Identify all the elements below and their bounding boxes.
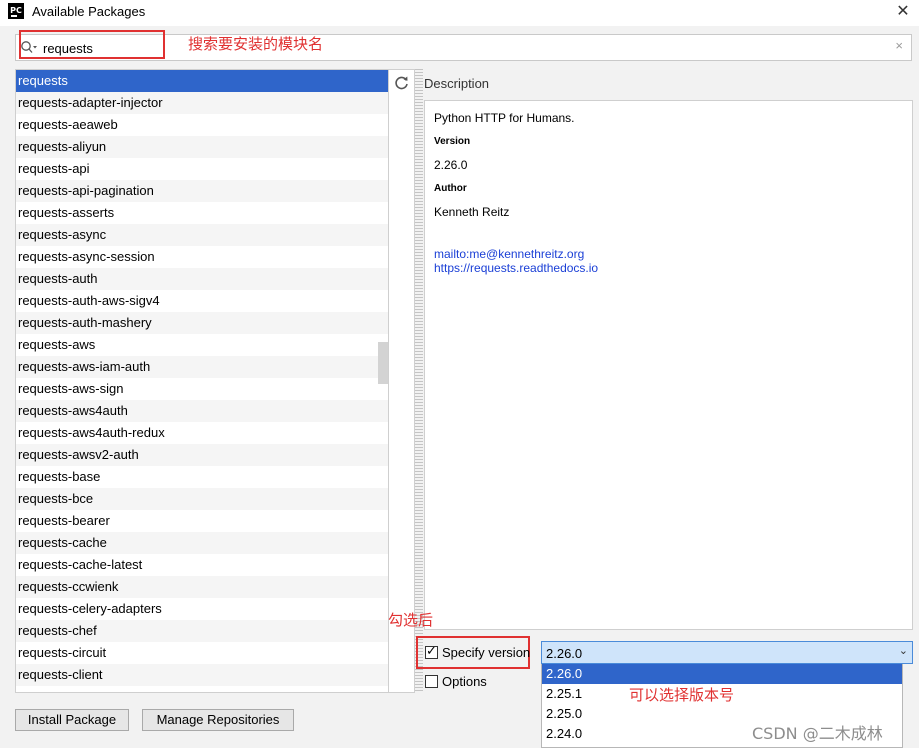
search-highlight-box xyxy=(19,30,165,59)
package-list-item[interactable]: requests-circuit xyxy=(16,642,388,664)
package-list-item[interactable]: requests-aws-iam-auth xyxy=(16,356,388,378)
package-list-item[interactable]: requests-ccwienk xyxy=(16,576,388,598)
package-list-item[interactable]: requests-api-pagination xyxy=(16,180,388,202)
specify-version-checkbox[interactable] xyxy=(425,644,438,659)
close-icon[interactable]: ✕ xyxy=(893,1,913,21)
version-value: 2.26.0 xyxy=(434,158,468,172)
list-scroll-thumb[interactable] xyxy=(378,342,388,384)
package-list-item[interactable]: requests-chef xyxy=(16,620,388,642)
package-list-item[interactable]: requests-aws-sign xyxy=(16,378,388,400)
manage-repositories-button[interactable]: Manage Repositories xyxy=(142,709,294,731)
package-list-item[interactable]: requests-asserts xyxy=(16,202,388,224)
package-list-item[interactable]: requests-auth-aws-sigv4 xyxy=(16,290,388,312)
list-scroll-track[interactable] xyxy=(389,69,415,693)
install-package-label: Install Package xyxy=(27,712,117,727)
search-annotation: 搜索要安装的模块名 xyxy=(188,35,324,53)
selected-version: 2.26.0 xyxy=(546,646,583,661)
description-panel: Python HTTP for Humans. Version 2.26.0 A… xyxy=(424,100,913,630)
package-list-item[interactable]: requests-aeaweb xyxy=(16,114,388,136)
package-list-item[interactable]: requests-aws4auth-redux xyxy=(16,422,388,444)
version-option[interactable]: 2.26.0 xyxy=(542,664,902,684)
author-value: Kenneth Reitz xyxy=(434,205,510,219)
watermark: CSDN @二木成林 xyxy=(752,724,883,743)
package-list-item[interactable]: requests-client xyxy=(16,664,388,686)
package-list-item[interactable]: requests-api xyxy=(16,158,388,180)
package-list[interactable]: requests requests-adapter-injector request… xyxy=(15,69,389,693)
homepage-link[interactable]: https://requests.readthedocs.io xyxy=(434,261,598,275)
package-list-item[interactable]: requests-cache xyxy=(16,532,388,554)
package-list-item[interactable]: requests-bearer xyxy=(16,510,388,532)
package-list-item[interactable]: requests-async xyxy=(16,224,388,246)
checkbox-annotation: 勾选后 xyxy=(388,611,434,629)
package-list-item[interactable]: requests-auth xyxy=(16,268,388,290)
package-list-item[interactable]: requests-awsv2-auth xyxy=(16,444,388,466)
specify-version-label[interactable]: Specify version xyxy=(442,645,530,660)
manage-repositories-label: Manage Repositories xyxy=(156,712,280,727)
pycharm-icon: PC xyxy=(8,3,24,19)
package-list-item[interactable]: requests-celery-adapters xyxy=(16,598,388,620)
install-package-button[interactable]: Install Package xyxy=(15,709,129,731)
options-label[interactable]: Options xyxy=(442,674,487,689)
package-list-item[interactable]: requests-bce xyxy=(16,488,388,510)
package-list-item[interactable]: requests-aws xyxy=(16,334,388,356)
search-input[interactable] xyxy=(43,39,863,57)
package-summary: Python HTTP for Humans. xyxy=(434,111,575,125)
package-list-item[interactable]: requests-cache-latest xyxy=(16,554,388,576)
author-heading: Author xyxy=(434,183,467,194)
version-select[interactable]: 2.26.0 ⌄ xyxy=(541,641,913,664)
package-list-item[interactable]: requests-aliyun xyxy=(16,136,388,158)
version-heading: Version xyxy=(434,136,471,147)
package-list-item[interactable]: requests-async-session xyxy=(16,246,388,268)
package-list-item[interactable]: requests-adapter-injector xyxy=(16,92,388,114)
panel-splitter[interactable] xyxy=(415,69,423,693)
package-list-item[interactable]: requests-base xyxy=(16,466,388,488)
chevron-down-icon: ⌄ xyxy=(898,645,908,657)
package-list-item[interactable]: requests-aws4auth xyxy=(16,400,388,422)
description-label: Description xyxy=(424,76,490,91)
clear-search-icon[interactable]: × xyxy=(895,38,903,53)
title-bar: PC Available Packages ✕ xyxy=(0,0,919,26)
window-title: Available Packages xyxy=(32,4,146,19)
author-email-link[interactable]: mailto:me@kennethreitz.org xyxy=(434,247,584,261)
package-list-item[interactable]: requests-auth-mashery xyxy=(16,312,388,334)
options-checkbox[interactable] xyxy=(425,675,438,688)
version-annotation: 可以选择版本号 xyxy=(629,686,735,704)
refresh-icon[interactable] xyxy=(393,74,410,91)
package-list-item[interactable]: requests xyxy=(16,70,388,92)
